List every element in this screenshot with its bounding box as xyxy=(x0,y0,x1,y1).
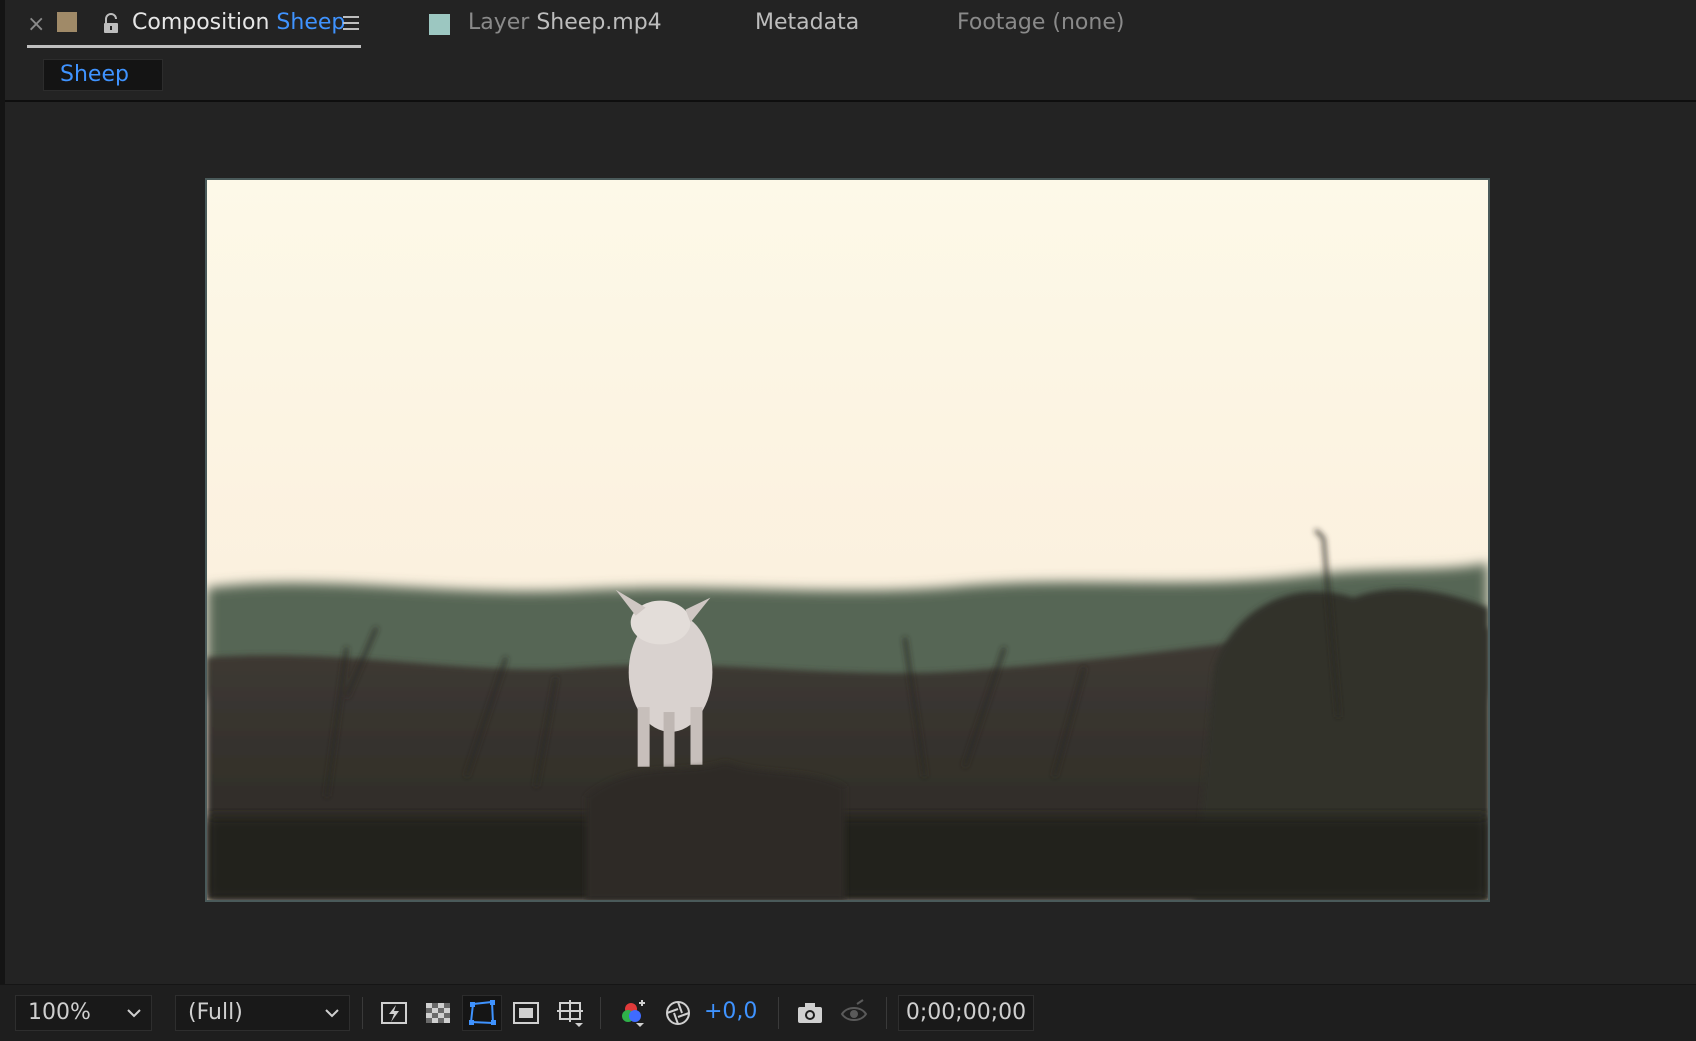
breadcrumb-sheep[interactable]: Sheep xyxy=(43,59,163,91)
tab-layer-name: Sheep.mp4 xyxy=(536,10,662,35)
grid-guides-button[interactable] xyxy=(550,995,590,1031)
region-of-interest-icon xyxy=(513,1002,539,1024)
viewer-tab-bar: × Composition Sheep Layer Sheep.mp4 Meta… xyxy=(5,0,1696,50)
footage-frame-image xyxy=(207,180,1488,900)
composition-color-swatch xyxy=(57,12,77,32)
viewer-toolbar: 100% (Full) +0,0 0;00;00;00 xyxy=(0,984,1696,1041)
close-tab-icon[interactable]: × xyxy=(27,12,45,37)
current-time-display[interactable]: 0;00;00;00 xyxy=(898,995,1034,1031)
active-tab-underline xyxy=(27,45,361,48)
toolbar-separator xyxy=(600,997,601,1029)
grid-guides-icon xyxy=(557,1000,583,1027)
layer-color-swatch xyxy=(429,14,450,35)
tab-footage[interactable]: Footage (none) xyxy=(957,10,1124,35)
fast-previews-icon xyxy=(381,1002,407,1024)
reset-exposure-button[interactable] xyxy=(658,995,698,1031)
fast-previews-button[interactable] xyxy=(374,995,414,1031)
take-snapshot-button[interactable] xyxy=(790,995,830,1031)
tab-composition-name: Sheep xyxy=(276,10,346,35)
tab-layer[interactable]: Layer Sheep.mp4 xyxy=(468,10,662,35)
lock-icon[interactable] xyxy=(99,12,123,36)
show-snapshot-button[interactable] xyxy=(834,995,874,1031)
transparency-grid-icon xyxy=(426,1003,450,1023)
chevron-down-icon xyxy=(127,1009,141,1018)
composition-navigator: Sheep xyxy=(5,50,1696,102)
mask-visibility-icon xyxy=(469,1000,496,1025)
exposure-value[interactable]: +0,0 xyxy=(704,997,757,1027)
show-channel-button[interactable] xyxy=(614,995,654,1031)
mask-visibility-button[interactable] xyxy=(462,995,502,1031)
panel-menu-icon[interactable] xyxy=(341,14,361,32)
show-snapshot-icon xyxy=(840,999,868,1021)
channel-icon xyxy=(622,1000,645,1027)
transparency-grid-button[interactable] xyxy=(418,995,458,1031)
composition-frame[interactable] xyxy=(205,178,1490,902)
tab-composition[interactable]: Composition Sheep xyxy=(132,10,345,35)
snapshot-icon xyxy=(798,1003,822,1023)
toolbar-separator xyxy=(778,997,779,1029)
toolbar-separator xyxy=(362,997,363,1029)
tab-layer-prefix: Layer xyxy=(468,10,530,35)
tab-metadata[interactable]: Metadata xyxy=(755,10,859,35)
reset-exposure-icon xyxy=(666,1001,690,1025)
resolution-dropdown[interactable]: (Full) xyxy=(175,995,350,1031)
region-of-interest-button[interactable] xyxy=(506,995,546,1031)
resolution-value: (Full) xyxy=(188,1000,243,1025)
chevron-down-icon xyxy=(325,1009,339,1018)
tab-composition-prefix: Composition xyxy=(132,10,270,35)
magnification-value: 100% xyxy=(28,1000,91,1025)
toolbar-separator xyxy=(886,997,887,1029)
magnification-dropdown[interactable]: 100% xyxy=(15,995,152,1031)
